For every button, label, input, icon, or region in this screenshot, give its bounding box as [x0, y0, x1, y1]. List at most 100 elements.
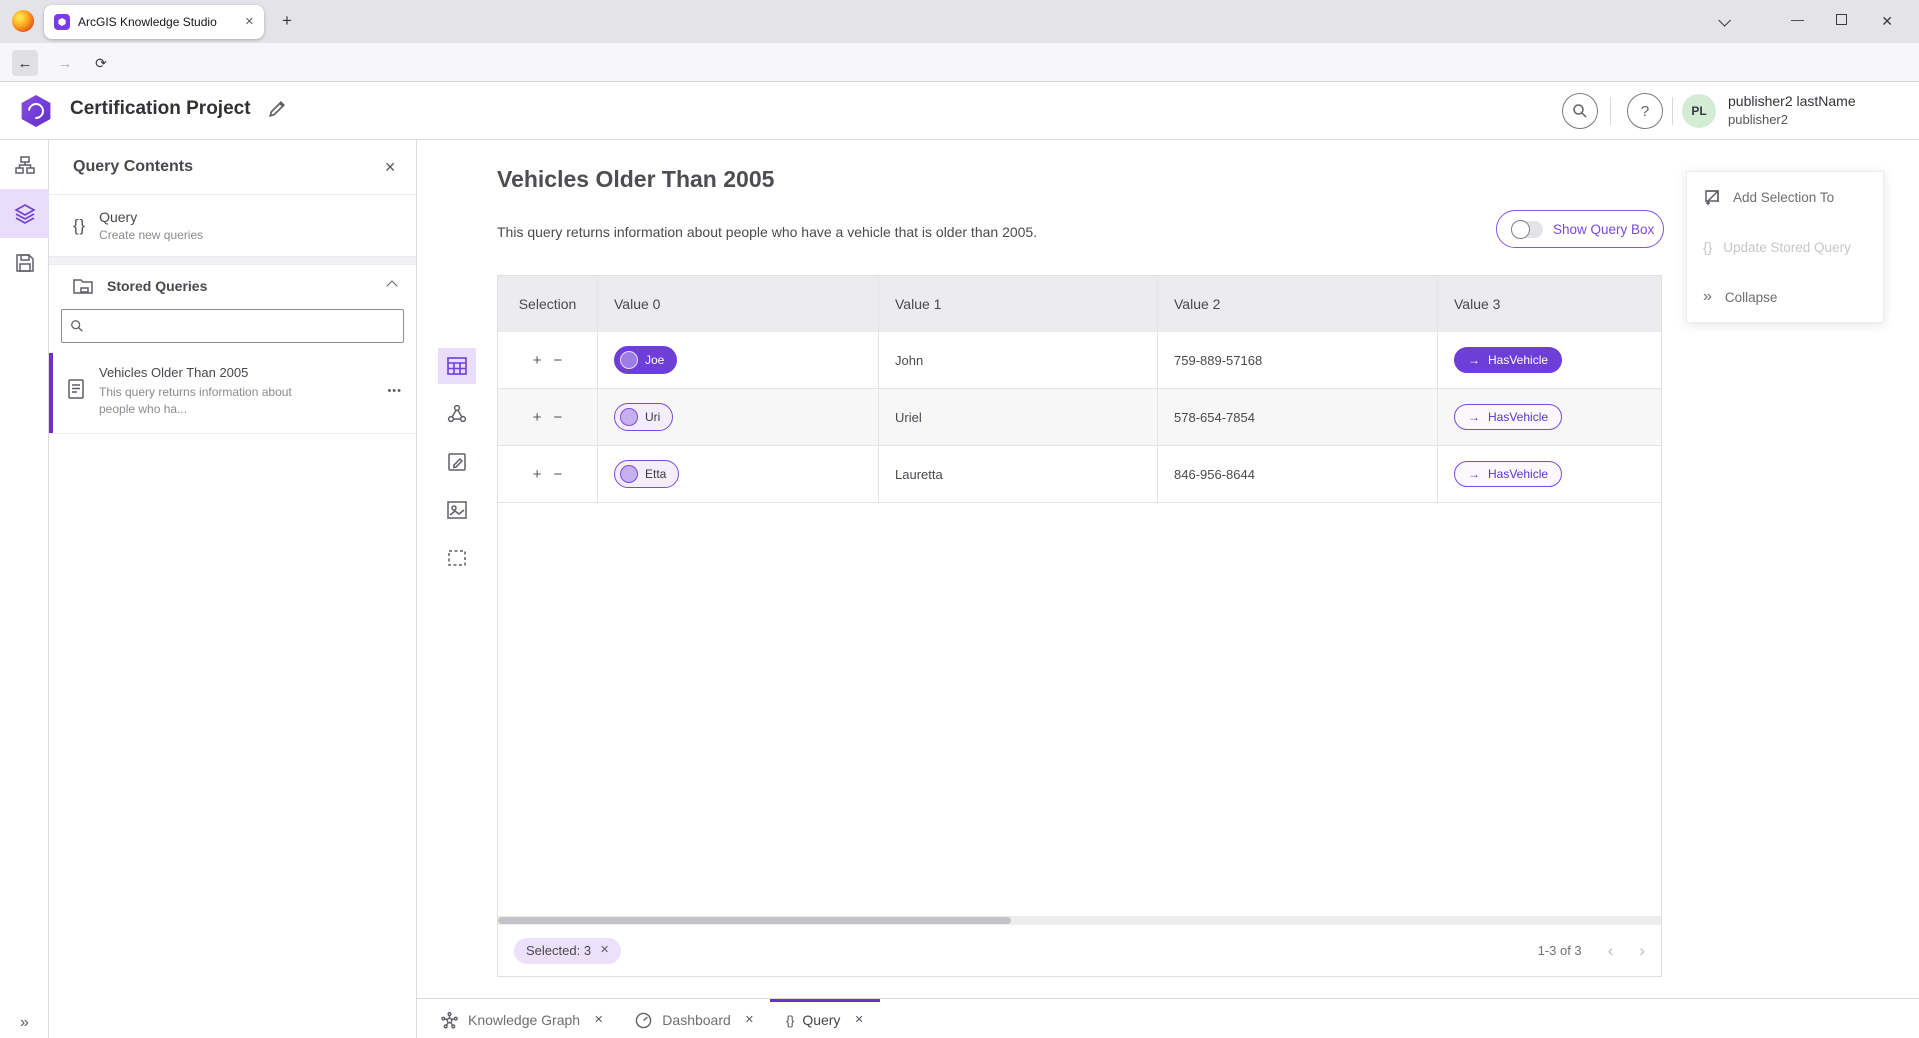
- tab-list-chevron-icon[interactable]: [1718, 14, 1731, 27]
- toggle-knob[interactable]: [1511, 220, 1530, 239]
- map-view-button[interactable]: [438, 492, 476, 528]
- column-header[interactable]: Value 3: [1438, 276, 1661, 332]
- help-button[interactable]: ?: [1627, 93, 1663, 129]
- collapse-section-chevron-icon[interactable]: [386, 280, 397, 291]
- next-page-button[interactable]: ›: [1639, 941, 1645, 961]
- tab-dashboard[interactable]: Dashboard ✕: [619, 999, 770, 1038]
- forward-button[interactable]: →: [52, 50, 78, 76]
- knowledge-graph-icon: [441, 1012, 458, 1029]
- note-edit-icon: [447, 452, 467, 472]
- select-remove-button[interactable]: −: [554, 409, 563, 426]
- app-header: Certification Project ? PL publisher2 la…: [0, 82, 1919, 140]
- horizontal-scrollbar[interactable]: [498, 916, 1661, 925]
- data-model-nav-button[interactable]: [0, 140, 49, 189]
- pagination: 1-3 of 3 ‹ ›: [1538, 941, 1645, 961]
- table-row[interactable]: +− Uri Uriel 578-654-7854 →HasVehicle: [498, 389, 1661, 446]
- selection-context-menu: Add Selection To { } Update Stored Query…: [1686, 171, 1884, 323]
- table-row[interactable]: +− Etta Lauretta 846-956-8644 →HasVehicl…: [498, 446, 1661, 503]
- cell-value[interactable]: Uriel: [879, 389, 1158, 445]
- tab-close-icon[interactable]: ✕: [745, 1015, 754, 1026]
- menu-item-add-selection-to[interactable]: Add Selection To: [1687, 172, 1883, 222]
- browser-tab-strip: ArcGIS Knowledge Studio ✕ + — ✕: [0, 0, 1919, 43]
- column-header[interactable]: Selection: [498, 276, 598, 332]
- menu-item-update-stored-query[interactable]: { } Update Stored Query: [1687, 222, 1883, 272]
- selection-tool-button[interactable]: [438, 540, 476, 576]
- new-tab-button[interactable]: +: [282, 11, 292, 31]
- select-add-button[interactable]: +: [533, 466, 542, 483]
- braces-icon: { }: [1703, 239, 1710, 255]
- scrollbar-thumb[interactable]: [498, 917, 1011, 924]
- tab-query[interactable]: { } Query ✕: [770, 999, 880, 1038]
- expand-rail-button[interactable]: »: [0, 1014, 49, 1032]
- arrow-right-icon: →: [1468, 410, 1480, 424]
- window-maximize-button[interactable]: [1836, 14, 1847, 25]
- edit-view-button[interactable]: [438, 444, 476, 480]
- select-add-button[interactable]: +: [533, 409, 542, 426]
- stored-query-item[interactable]: Vehicles Older Than 2005 This query retu…: [49, 353, 416, 434]
- tab-label: Dashboard: [662, 1012, 731, 1028]
- query-viewer: Vehicles Older Than 2005 This query retu…: [417, 140, 1919, 998]
- menu-item-label: Add Selection To: [1733, 190, 1834, 205]
- new-query-item[interactable]: { } Query Create new queries: [49, 195, 416, 257]
- cell-value[interactable]: Lauretta: [879, 446, 1158, 502]
- toggle-track[interactable]: [1511, 221, 1543, 238]
- relationship-pill[interactable]: →HasVehicle: [1454, 404, 1562, 430]
- menu-item-label: Update Stored Query: [1723, 240, 1851, 255]
- cell-value[interactable]: John: [879, 332, 1158, 388]
- entity-pill[interactable]: Etta: [614, 460, 679, 488]
- window-close-button[interactable]: ✕: [1881, 13, 1893, 30]
- relationship-pill[interactable]: →HasVehicle: [1454, 347, 1562, 373]
- menu-item-collapse[interactable]: » Collapse: [1687, 272, 1883, 322]
- tab-close-icon[interactable]: ✕: [594, 1015, 603, 1026]
- entity-pill[interactable]: Joe: [614, 346, 677, 374]
- selection-frame-icon: [447, 549, 467, 567]
- braces-icon: { }: [786, 1013, 792, 1028]
- save-nav-button[interactable]: [0, 238, 49, 287]
- search-button[interactable]: [1562, 93, 1598, 129]
- entity-pill[interactable]: Uri: [614, 403, 673, 431]
- select-add-button[interactable]: +: [533, 352, 542, 369]
- cell-value[interactable]: 578-654-7854: [1158, 389, 1438, 445]
- previous-page-button[interactable]: ‹: [1608, 941, 1614, 961]
- folder-icon: [73, 277, 93, 295]
- entity-dot-icon: [620, 465, 638, 483]
- user-avatar[interactable]: PL: [1682, 94, 1716, 128]
- contents-nav-button[interactable]: [0, 189, 49, 238]
- stored-queries-search[interactable]: [61, 309, 404, 343]
- link-chart-view-button[interactable]: [438, 396, 476, 432]
- query-item-subtitle: Create new queries: [99, 228, 203, 242]
- clear-selection-icon[interactable]: ✕: [600, 945, 609, 956]
- relationship-pill[interactable]: →HasVehicle: [1454, 461, 1562, 487]
- window-minimize-button[interactable]: —: [1791, 12, 1804, 27]
- select-remove-button[interactable]: −: [554, 352, 563, 369]
- back-button[interactable]: ←: [12, 50, 38, 76]
- search-input[interactable]: [92, 319, 395, 334]
- cell-value[interactable]: 846-956-8644: [1158, 446, 1438, 502]
- edit-pencil-icon[interactable]: [268, 100, 286, 118]
- stored-queries-header[interactable]: Stored Queries: [49, 265, 416, 305]
- link-chart-icon: [447, 404, 467, 424]
- select-remove-button[interactable]: −: [554, 466, 563, 483]
- tab-close-icon[interactable]: ✕: [245, 17, 254, 28]
- show-query-box-toggle[interactable]: Show Query Box: [1496, 210, 1664, 248]
- column-header[interactable]: Value 1: [879, 276, 1158, 332]
- column-header[interactable]: Value 2: [1158, 276, 1438, 332]
- firefox-logo-icon[interactable]: [12, 10, 34, 32]
- column-header[interactable]: Value 0: [598, 276, 879, 332]
- cell-value[interactable]: 759-889-57168: [1158, 332, 1438, 388]
- project-title: Certification Project: [70, 98, 251, 120]
- table-view-button[interactable]: [438, 348, 476, 384]
- more-options-icon[interactable]: •••: [387, 385, 402, 397]
- tab-knowledge-graph[interactable]: Knowledge Graph ✕: [425, 999, 619, 1038]
- layers-icon: [14, 203, 36, 225]
- panel-close-icon[interactable]: ✕: [384, 160, 396, 174]
- reload-button[interactable]: ⟳: [88, 50, 114, 76]
- tab-close-icon[interactable]: ✕: [854, 1015, 863, 1026]
- map-icon: [447, 501, 467, 519]
- browser-tab[interactable]: ArcGIS Knowledge Studio ✕: [44, 5, 264, 39]
- stored-query-title: Vehicles Older Than 2005: [99, 365, 299, 380]
- table-row[interactable]: +− Joe John 759-889-57168 →HasVehicle: [498, 332, 1661, 389]
- table-header-row: Selection Value 0 Value 1 Value 2 Value …: [498, 276, 1661, 332]
- selected-count-chip[interactable]: Selected: 3 ✕: [514, 938, 621, 964]
- user-info[interactable]: publisher2 lastName publisher2: [1728, 92, 1856, 128]
